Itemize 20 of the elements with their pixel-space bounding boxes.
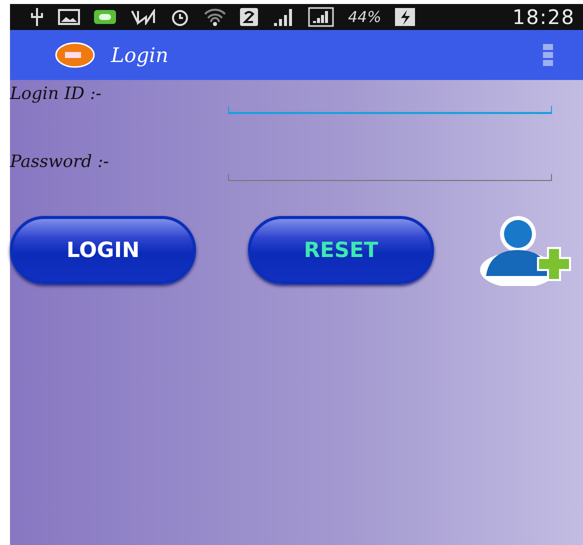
alarm-icon xyxy=(170,7,190,27)
image-icon xyxy=(58,9,80,25)
field-label: Password :- xyxy=(10,151,110,174)
login-button[interactable]: LOGIN xyxy=(10,216,196,284)
reset-button[interactable]: RESET xyxy=(248,216,434,284)
menu-icon xyxy=(543,44,553,66)
signal-icon xyxy=(272,8,294,26)
battery-percent: 44% xyxy=(348,8,382,26)
sim-icon xyxy=(240,8,258,26)
usb-icon xyxy=(30,8,44,26)
signal-icon xyxy=(308,7,334,27)
app-title: Login xyxy=(111,43,168,67)
input-field[interactable] xyxy=(228,174,552,181)
field-label: Login ID :- xyxy=(10,83,102,106)
chat-icon xyxy=(94,10,116,24)
input-field[interactable] xyxy=(228,106,552,114)
wifi-icon xyxy=(204,8,226,26)
clock: 18:28 xyxy=(512,5,575,29)
battery-icon xyxy=(395,8,416,26)
app-logo-icon xyxy=(55,42,95,68)
